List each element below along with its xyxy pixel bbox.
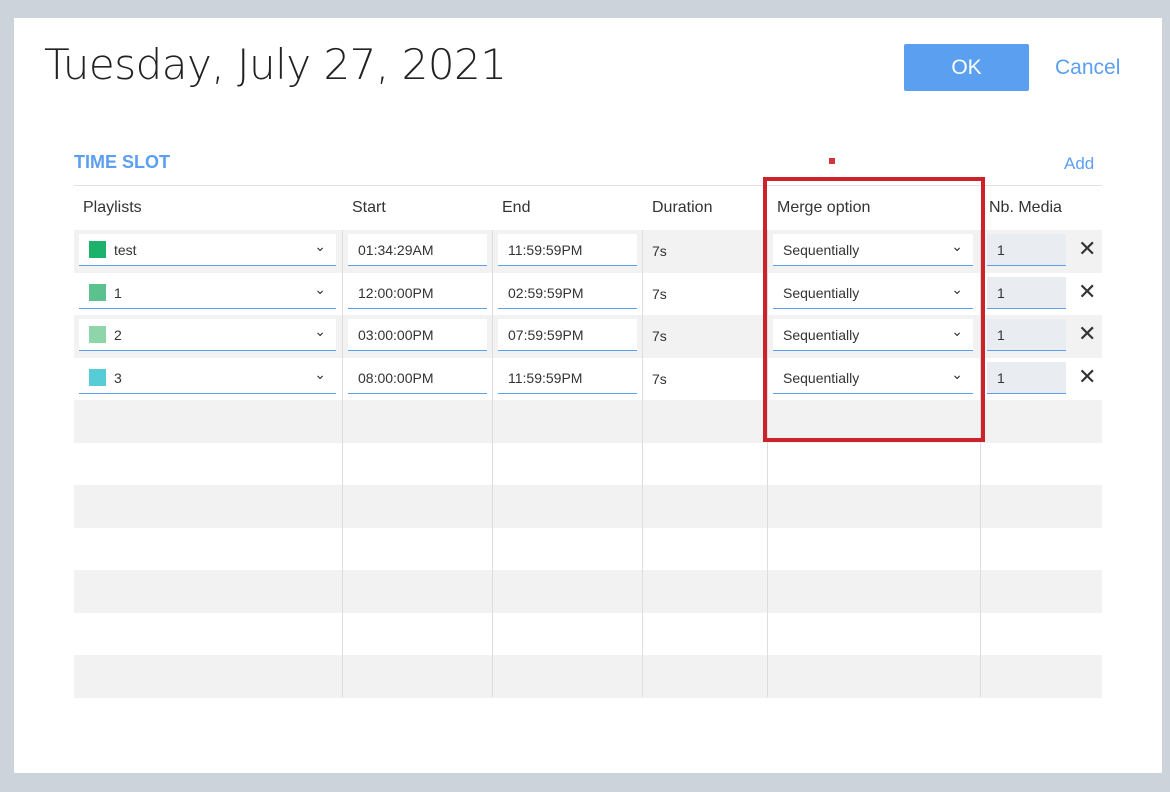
column-header-start: Start: [352, 199, 386, 216]
section-title: TIME SLOT: [74, 152, 170, 172]
playlist-name: 3: [114, 369, 122, 386]
column-divider: [642, 230, 643, 697]
playlist-name: 2: [114, 327, 122, 343]
column-header-nb-media: Nb. Media: [989, 199, 1062, 216]
table-row: [74, 570, 1102, 613]
red-marker: [829, 158, 835, 164]
table-body: test 01:34:29AM 11:59:59PM 7s Sequentially 1 ✕…: [74, 230, 1102, 698]
nb-media-input[interactable]: 1: [987, 361, 1066, 394]
playlist-color-swatch: [89, 241, 106, 259]
playlist-select[interactable]: test: [79, 230, 336, 266]
table-row: [74, 613, 1102, 656]
start-time-input[interactable]: 03:00:00PM: [348, 319, 487, 351]
column-header-playlists: Playlists: [83, 199, 142, 216]
playlist-select[interactable]: 2: [79, 315, 336, 351]
column-divider: [342, 230, 343, 697]
close-icon[interactable]: ✕: [1078, 364, 1096, 390]
playlist-color-swatch: [89, 283, 106, 301]
end-time-input[interactable]: 02:59:59PM: [498, 276, 637, 309]
duration-value: 7s: [652, 243, 667, 259]
column-header-merge-option: Merge option: [777, 199, 871, 216]
column-divider: [492, 230, 493, 697]
cancel-button[interactable]: Cancel: [1055, 56, 1120, 80]
end-time-input[interactable]: 11:59:59PM: [498, 234, 637, 266]
merge-option-select[interactable]: Sequentially: [773, 315, 973, 351]
table-row: 3 08:00:00PM 11:59:59PM 7s Sequentially 1 ✕: [74, 358, 1102, 401]
add-button[interactable]: Add: [1064, 154, 1094, 174]
playlist-color-swatch: [89, 368, 106, 386]
schedule-dialog: Tuesday, July 27, 2021 OK Cancel TIME SL…: [14, 18, 1162, 773]
start-time-input[interactable]: 08:00:00PM: [348, 361, 487, 394]
page-title: Tuesday, July 27, 2021: [44, 40, 507, 89]
nb-media-input[interactable]: 1: [987, 276, 1066, 309]
playlist-name: 1: [114, 284, 122, 301]
nb-media-input[interactable]: 1: [987, 234, 1066, 266]
merge-option-select[interactable]: Sequentially: [773, 273, 973, 309]
start-time-input[interactable]: 01:34:29AM: [348, 234, 487, 266]
column-header-duration: Duration: [652, 199, 713, 216]
playlist-select[interactable]: 1: [79, 273, 336, 309]
close-icon[interactable]: ✕: [1078, 321, 1096, 347]
table-row: test 01:34:29AM 11:59:59PM 7s Sequentially 1 ✕: [74, 230, 1102, 273]
table-row: [74, 485, 1102, 528]
playlist-name: test: [114, 242, 137, 258]
column-divider: [767, 230, 768, 697]
playlist-color-swatch: [89, 326, 106, 344]
table-row: [74, 528, 1102, 571]
table-row: [74, 655, 1102, 698]
close-icon[interactable]: ✕: [1078, 279, 1096, 305]
start-time-input[interactable]: 12:00:00PM: [348, 276, 487, 309]
duration-value: 7s: [652, 370, 667, 387]
playlist-select[interactable]: 3: [79, 358, 336, 394]
column-divider: [980, 230, 981, 697]
table-row: [74, 443, 1102, 486]
column-header-end: End: [502, 199, 531, 216]
table-row: [74, 400, 1102, 443]
table-row: 2 03:00:00PM 07:59:59PM 7s Sequentially 1 ✕: [74, 315, 1102, 358]
close-icon[interactable]: ✕: [1078, 236, 1096, 262]
end-time-input[interactable]: 07:59:59PM: [498, 319, 637, 351]
merge-option-select[interactable]: Sequentially: [773, 358, 973, 394]
table-header: Playlists Start End Duration Merge optio…: [74, 186, 1102, 230]
time-slot-table: Playlists Start End Duration Merge optio…: [74, 185, 1102, 698]
table-row: 1 12:00:00PM 02:59:59PM 7s Sequentially 1 ✕: [74, 273, 1102, 316]
nb-media-input[interactable]: 1: [987, 319, 1066, 351]
duration-value: 7s: [652, 285, 667, 302]
end-time-input[interactable]: 11:59:59PM: [498, 361, 637, 394]
merge-option-select[interactable]: Sequentially: [773, 230, 973, 266]
duration-value: 7s: [652, 328, 667, 344]
ok-button[interactable]: OK: [904, 44, 1029, 91]
